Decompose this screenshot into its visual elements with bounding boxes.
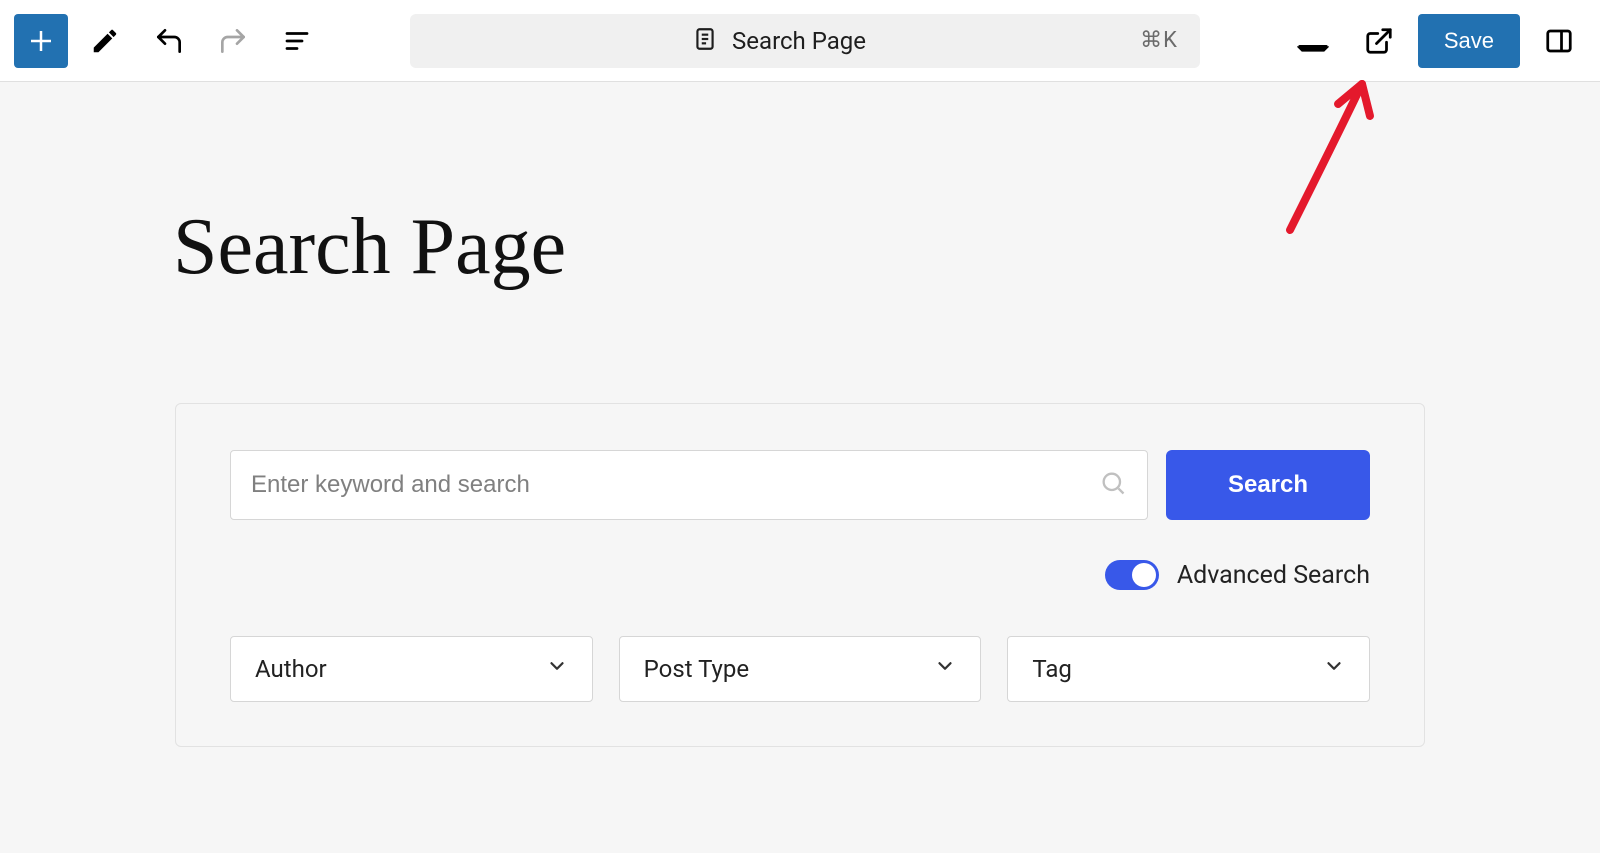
command-shortcut: ⌘K <box>1140 28 1178 53</box>
post-type-select[interactable]: Post Type <box>619 636 982 702</box>
external-link-icon <box>1364 26 1394 56</box>
select-label: Post Type <box>644 655 749 683</box>
advanced-search-toggle[interactable] <box>1105 560 1159 590</box>
redo-icon <box>217 25 249 57</box>
search-icon <box>1099 469 1127 501</box>
editor-toolbar: Search Page ⌘K Save <box>0 0 1600 82</box>
editor-canvas[interactable]: Search Page Search Advanced Search Autho… <box>0 82 1600 853</box>
filter-selects-row: Author Post Type Tag <box>230 636 1370 702</box>
search-input-wrapper[interactable] <box>230 450 1148 520</box>
page-icon <box>692 26 718 56</box>
external-link-button[interactable] <box>1352 14 1406 68</box>
undo-button[interactable] <box>142 14 196 68</box>
select-label: Author <box>255 655 327 683</box>
view-button[interactable] <box>1286 14 1340 68</box>
add-block-button[interactable] <box>14 14 68 68</box>
settings-sidebar-toggle[interactable] <box>1532 14 1586 68</box>
chevron-down-icon <box>1323 655 1345 683</box>
advanced-search-label: Advanced Search <box>1177 561 1370 590</box>
undo-icon <box>153 25 185 57</box>
tag-select[interactable]: Tag <box>1007 636 1370 702</box>
edit-tool-button[interactable] <box>78 14 132 68</box>
search-row: Search <box>230 450 1370 520</box>
list-icon <box>282 26 312 56</box>
save-button[interactable]: Save <box>1418 14 1520 68</box>
select-label: Tag <box>1032 655 1072 683</box>
search-block[interactable]: Search Advanced Search Author Post Type … <box>175 403 1425 747</box>
document-overview-button[interactable] <box>270 14 324 68</box>
chevron-down-icon <box>934 655 956 683</box>
search-input[interactable] <box>251 471 1099 499</box>
document-title: Search Page <box>732 27 866 55</box>
toolbar-right-group: Save <box>1286 14 1586 68</box>
toolbar-center: Search Page ⌘K <box>342 14 1268 68</box>
plus-icon <box>26 26 56 56</box>
toolbar-left-group <box>14 14 324 68</box>
document-bar[interactable]: Search Page ⌘K <box>410 14 1200 68</box>
desktop-icon <box>1297 25 1329 57</box>
pencil-icon <box>90 26 120 56</box>
page-title[interactable]: Search Page <box>173 202 1600 293</box>
search-button[interactable]: Search <box>1166 450 1370 520</box>
redo-button[interactable] <box>206 14 260 68</box>
sidebar-icon <box>1544 26 1574 56</box>
advanced-search-row: Advanced Search <box>230 560 1370 590</box>
chevron-down-icon <box>546 655 568 683</box>
author-select[interactable]: Author <box>230 636 593 702</box>
